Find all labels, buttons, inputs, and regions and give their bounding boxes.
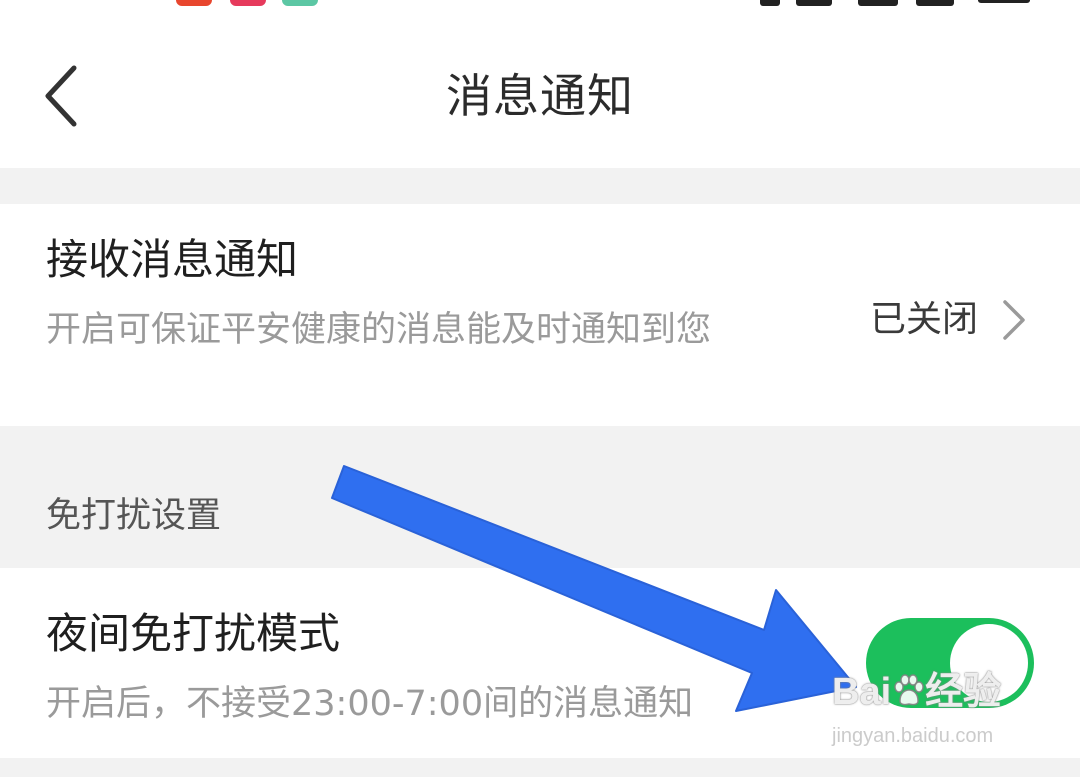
receive-notification-status: 已关闭 [869, 299, 978, 340]
receive-notification-row[interactable]: 接收消息通知 开启可保证平安健康的消息能及时通知到您 已关闭 [0, 204, 1080, 426]
status-signal-icon [796, 0, 832, 6]
status-app-icon [176, 0, 212, 6]
status-battery-icon [978, 0, 1030, 3]
night-dnd-toggle[interactable] [866, 618, 1034, 708]
status-app-icon [282, 0, 318, 6]
status-bar [0, 0, 1080, 16]
nav-header: 消息通知 [0, 16, 1080, 168]
page-title: 消息通知 [446, 69, 634, 123]
section-header-do-not-disturb: 免打扰设置 [46, 496, 222, 536]
status-signal-icon [858, 0, 898, 6]
receive-notification-title: 接收消息通知 [46, 235, 299, 284]
status-app-icon [230, 0, 266, 6]
night-dnd-title: 夜间免打扰模式 [46, 609, 341, 658]
receive-notification-description: 开启可保证平安健康的消息能及时通知到您 [46, 310, 712, 350]
status-wifi-icon [760, 0, 780, 6]
chevron-right-icon [1003, 300, 1025, 340]
night-dnd-description: 开启后，不接受23:00-7:00间的消息通知 [46, 684, 694, 724]
status-signal-icon [916, 0, 954, 6]
toggle-knob [950, 624, 1028, 702]
